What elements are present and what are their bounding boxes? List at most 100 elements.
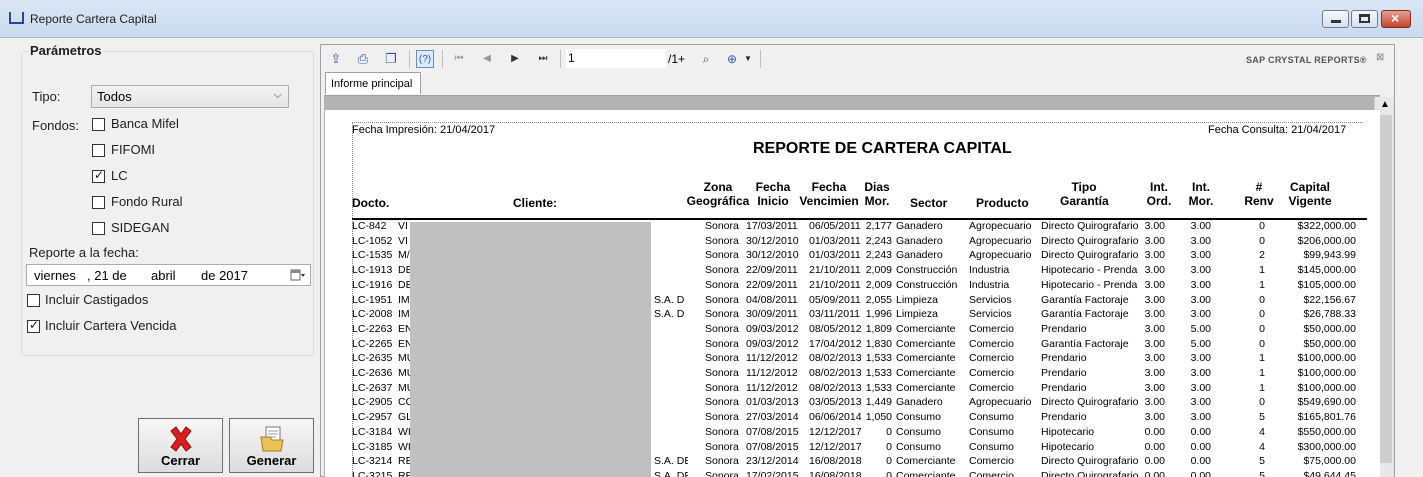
cell-ini: 04/08/2011: [746, 293, 798, 306]
cell-io: 3.00: [1144, 234, 1165, 247]
checkmark-icon: ✓: [29, 318, 40, 332]
col-header-int-mor: Int. Mor.: [1188, 180, 1214, 208]
cell-prod: Comercio: [969, 455, 1014, 468]
fecha-anio[interactable]: de 2017: [201, 268, 248, 283]
first-page-icon[interactable]: ⏮: [450, 50, 468, 68]
cell-im: 3.00: [1190, 381, 1211, 394]
close-window-button[interactable]: ×: [1381, 10, 1411, 28]
redacted-cliente-block: [410, 222, 651, 477]
cell-cap: $26,788.33: [1303, 308, 1356, 321]
fecha-mes[interactable]: abril: [151, 268, 176, 283]
cell-zona: Sonora: [705, 396, 739, 409]
cell-ini: 22/09/2011: [746, 264, 798, 277]
fecha-dia[interactable]: viernes: [34, 268, 76, 283]
toolbar-separator: [409, 50, 410, 68]
cell-ini: 30/12/2010: [746, 234, 799, 247]
cell-io: 3.00: [1144, 411, 1165, 424]
copy-icon[interactable]: ❐: [382, 50, 400, 68]
cell-gar: Directo Quirografario: [1041, 396, 1139, 409]
export-icon[interactable]: ⇪: [327, 50, 345, 68]
cartera-vencida-checkbox[interactable]: ✓: [27, 318, 40, 333]
cell-prod: Agropecuario: [969, 220, 1032, 232]
toolbar-separator: [760, 50, 761, 68]
cell-sector: Comerciante: [896, 322, 956, 335]
cell-cap: $105,000.00: [1297, 278, 1356, 291]
fecha-date-picker[interactable]: viernes , 21 de abril de 2017: [26, 264, 311, 286]
cell-renv: 0: [1259, 337, 1265, 350]
fecha-consulta: Fecha Consulta: 21/04/2017: [1208, 124, 1347, 136]
cell-gar: Directo Quirografario: [1041, 234, 1139, 247]
fondo-banca-mifel-label: Banca Mifel: [111, 116, 179, 131]
cell-io: 3.00: [1144, 337, 1165, 350]
cell-dias: 2,243: [865, 249, 892, 262]
cell-renv: 0: [1259, 308, 1265, 321]
cell-dias: 2,009: [865, 264, 892, 277]
viewer-close-icon[interactable]: ⊠: [1376, 52, 1384, 63]
cell-dias: 0: [886, 425, 892, 438]
cell-cap: $50,000.00: [1303, 337, 1356, 350]
tab-informe-principal[interactable]: Informe principal: [325, 72, 421, 94]
cell-gar: Hipotecario - Prenda: [1041, 264, 1138, 277]
col-header-renv: # Renv: [1244, 180, 1274, 208]
scroll-up-icon[interactable]: ▲: [1380, 99, 1390, 110]
cell-renv: 0: [1259, 322, 1265, 335]
cell-io: 3.00: [1144, 381, 1165, 394]
cell-io: 3.00: [1144, 352, 1165, 365]
cell-dias: 1,050: [865, 411, 892, 424]
cell-cap: $100,000.00: [1297, 367, 1356, 379]
parameters-legend: Parámetros: [28, 43, 104, 58]
col-header-cliente: Cliente:: [513, 196, 558, 210]
cell-renv: 5: [1259, 455, 1265, 468]
toolbar-separator: [442, 50, 443, 68]
last-page-icon[interactable]: ⏭: [534, 50, 552, 68]
cell-renv: 0: [1259, 234, 1265, 247]
cell-gar: Prendario: [1041, 367, 1087, 379]
cell-ini: 22/09/2011: [746, 278, 798, 291]
find-binoculars-icon[interactable]: ⌕: [697, 50, 715, 68]
cell-renv: 2: [1259, 249, 1265, 262]
cell-renv: 0: [1259, 396, 1265, 409]
zoom-dropdown-icon[interactable]: ▼: [739, 50, 757, 68]
cell-cap: $75,000.00: [1303, 455, 1356, 468]
cell-docto: LC-1535: [352, 249, 393, 262]
close-icon: ×: [1391, 10, 1400, 26]
cell-sector: Consumo: [896, 411, 941, 424]
cell-im: 3.00: [1190, 411, 1211, 424]
cell-prod: Agropecuario: [969, 396, 1032, 409]
col-header-fecha-venc: Fecha Vencimien: [799, 180, 859, 208]
cell-prod: Consumo: [969, 411, 1014, 424]
fondo-sidegan-checkbox[interactable]: [92, 222, 105, 235]
fondo-lc-checkbox[interactable]: ✓: [92, 168, 105, 183]
chevron-down-icon: ⌵: [273, 89, 282, 101]
fecha-num[interactable]: , 21 de: [87, 268, 127, 283]
cell-zona: Sonora: [705, 264, 739, 277]
castigados-checkbox[interactable]: [27, 294, 40, 307]
previous-page-icon[interactable]: ◀: [478, 50, 496, 68]
tipo-select[interactable]: Todos ⌵: [91, 85, 289, 108]
cell-io: 3.00: [1144, 293, 1165, 306]
cerrar-button[interactable]: Cerrar: [138, 418, 223, 473]
cell-io: 3.00: [1144, 220, 1165, 232]
cell-docto: LC-1916: [352, 278, 393, 291]
cell-cap: $100,000.00: [1297, 381, 1356, 394]
cell-sa: S.A. DE: [654, 455, 688, 468]
cell-ini: 27/03/2014: [746, 411, 799, 424]
fecha-label: Reporte a la fecha:: [29, 245, 139, 260]
fondo-banca-mifel-checkbox[interactable]: [92, 118, 105, 131]
minimize-button[interactable]: [1322, 10, 1349, 28]
page-number-input[interactable]: 1: [566, 49, 666, 68]
cell-prod: Comercio: [969, 352, 1014, 365]
calendar-dropdown-icon[interactable]: [290, 268, 306, 282]
fondo-fifomi-checkbox[interactable]: [92, 144, 105, 157]
col-header-sector: Sector: [910, 196, 948, 210]
cell-sector: Consumo: [896, 440, 941, 453]
generar-button[interactable]: Generar: [229, 418, 314, 473]
cell-prod: Consumo: [969, 440, 1014, 453]
fondo-rural-checkbox[interactable]: [92, 196, 105, 209]
next-page-icon[interactable]: ▶: [506, 50, 524, 68]
print-icon[interactable]: ⎙: [354, 50, 372, 68]
cell-io: 3.00: [1144, 308, 1165, 321]
maximize-button[interactable]: [1351, 10, 1378, 28]
help-icon[interactable]: (?): [416, 50, 434, 68]
cell-io: 0.00: [1144, 469, 1165, 477]
